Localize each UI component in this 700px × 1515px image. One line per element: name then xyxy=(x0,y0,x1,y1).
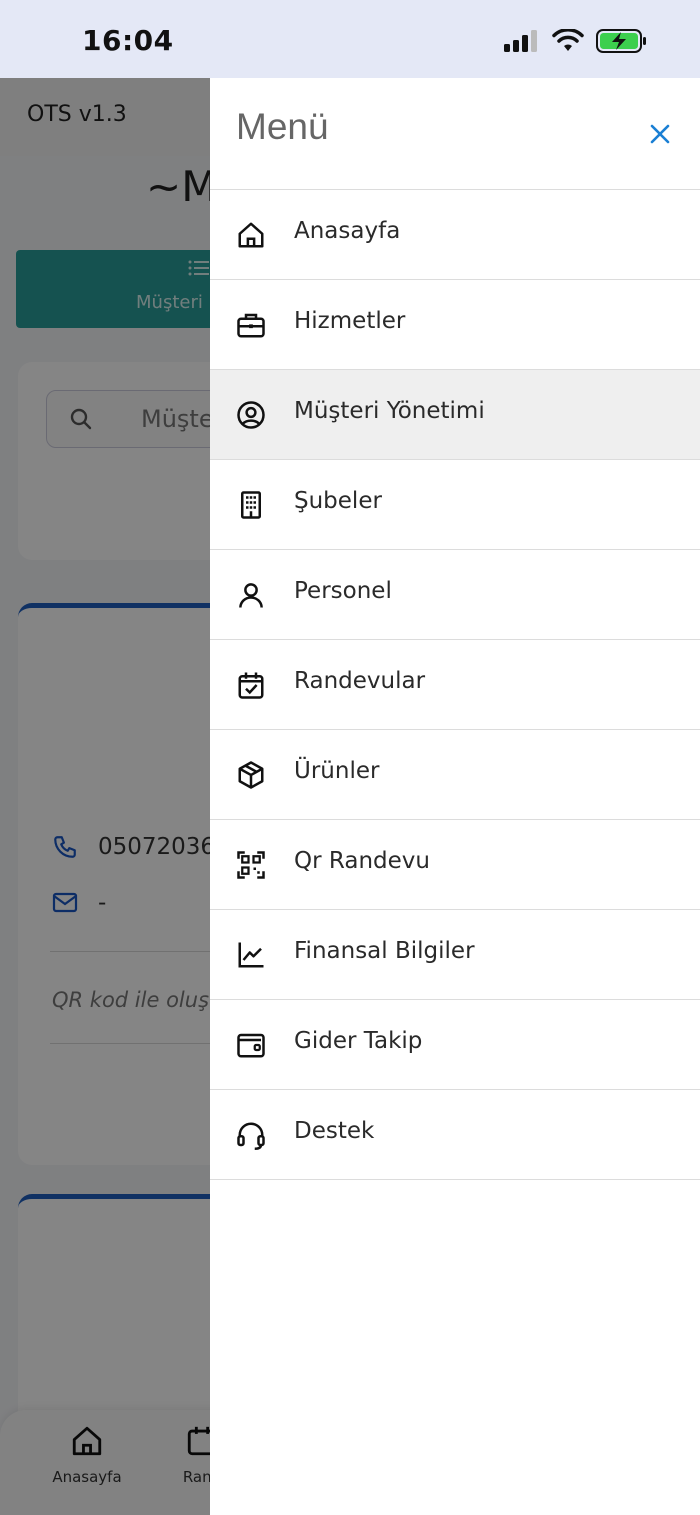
menu-item-anasayfa[interactable]: Anasayfa xyxy=(210,190,700,280)
menu-item-randevular[interactable]: Randevular xyxy=(210,640,700,730)
menu-item-label: Anasayfa xyxy=(294,218,401,244)
battery-charging-icon xyxy=(596,29,646,53)
menu-item-label: Ürünler xyxy=(294,758,380,784)
drawer-header: Menü xyxy=(210,78,700,190)
menu-item-label: Hizmetler xyxy=(294,308,406,334)
wifi-icon xyxy=(552,29,584,51)
user-circle-icon xyxy=(237,401,265,429)
menu-item-finansal-bilgiler[interactable]: Finansal Bilgiler xyxy=(210,910,700,1000)
package-icon xyxy=(238,761,264,789)
briefcase-icon xyxy=(237,313,265,338)
qr-code-icon xyxy=(237,851,265,879)
status-time: 16:04 xyxy=(82,24,174,57)
menu-item-gider-takip[interactable]: Gider Takip xyxy=(210,1000,700,1090)
drawer-title: Menü xyxy=(236,106,329,147)
close-icon[interactable] xyxy=(648,122,672,146)
menu-item-label: Gider Takip xyxy=(294,1028,423,1054)
menu-item-label: Finansal Bilgiler xyxy=(294,938,475,964)
headset-icon xyxy=(237,1122,265,1150)
status-icons xyxy=(504,28,648,54)
wallet-icon xyxy=(237,1033,265,1058)
building-icon xyxy=(241,491,261,519)
menu-item-label: Personel xyxy=(294,578,392,604)
chart-line-icon xyxy=(238,942,264,968)
menu-item-subeler[interactable]: Şubeler xyxy=(210,460,700,550)
menu-item-qr-randevu[interactable]: Qr Randevu xyxy=(210,820,700,910)
calendar-check-icon xyxy=(238,672,264,699)
side-menu-drawer: Menü Anasayfa Hizmetler Müşteri Yönetimi xyxy=(210,78,700,1515)
menu-item-label: Destek xyxy=(294,1118,375,1144)
person-icon xyxy=(239,583,263,608)
menu-item-label: Qr Randevu xyxy=(294,848,430,874)
menu-item-label: Müşteri Yönetimi xyxy=(294,398,485,424)
menu-item-personel[interactable]: Personel xyxy=(210,550,700,640)
menu-item-hizmetler[interactable]: Hizmetler xyxy=(210,280,700,370)
menu-item-label: Şubeler xyxy=(294,488,382,514)
menu-item-musteri-yonetimi[interactable]: Müşteri Yönetimi xyxy=(210,370,700,460)
home-icon xyxy=(238,222,264,248)
status-bar: 16:04 xyxy=(0,0,700,78)
menu-item-urunler[interactable]: Ürünler xyxy=(210,730,700,820)
cellular-signal-icon xyxy=(504,30,537,52)
menu-item-destek[interactable]: Destek xyxy=(210,1090,700,1180)
menu-item-label: Randevular xyxy=(294,668,426,694)
